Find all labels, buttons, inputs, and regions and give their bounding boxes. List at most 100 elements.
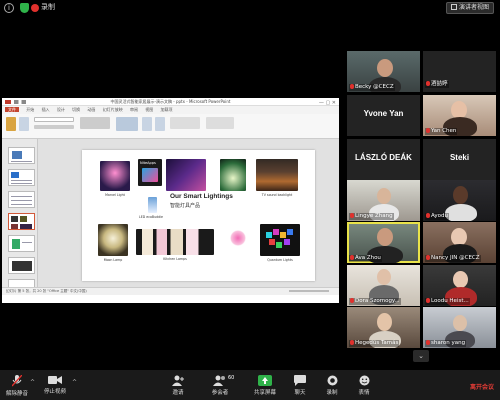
product-image-moon-lamp	[98, 224, 128, 256]
tab-transitions[interactable]: 切换	[72, 107, 80, 112]
muted-mic-icon	[350, 255, 354, 260]
new-slide-icon[interactable]	[19, 117, 29, 131]
tab-file[interactable]: 文件	[5, 107, 19, 112]
font-box[interactable]	[34, 117, 74, 122]
tab-review[interactable]: 审阅	[130, 107, 138, 112]
record-button[interactable]: 录制	[322, 373, 342, 399]
participant-name: Yan Chen	[425, 128, 458, 135]
participant-face	[377, 59, 393, 77]
muted-mic-icon	[426, 213, 430, 218]
slide-thumbnail[interactable]	[8, 257, 35, 274]
product-caption: Marvel Light	[105, 193, 125, 197]
participant-name-large: Yvone Yan	[363, 109, 404, 118]
participant-face	[377, 188, 391, 204]
tab-animations[interactable]: 动画	[87, 107, 95, 112]
tab-home[interactable]: 开始	[26, 107, 34, 112]
product-caption: Quantum Lights	[267, 258, 293, 262]
view-switch-button[interactable]: 演讲者视图	[445, 2, 494, 14]
slide-canvas[interactable]: Marvel Light NiteApps TV sound backlight…	[82, 150, 315, 281]
participant-tile[interactable]: Lingye Zhang	[347, 180, 420, 221]
muted-mic-icon	[426, 255, 430, 260]
muted-mic-icon	[426, 298, 430, 303]
editing-icons[interactable]	[206, 117, 234, 129]
ppt-workspace: Marvel Light NiteApps TV sound backlight…	[2, 139, 339, 295]
shape-format-icons[interactable]	[170, 117, 200, 129]
participant-tile[interactable]: Hegedüs Tamás	[347, 307, 420, 348]
recording-dot-icon	[31, 4, 39, 12]
invite-button[interactable]: 邀请	[168, 373, 188, 399]
chat-button[interactable]: 聊天	[290, 373, 310, 399]
slide-thumbnail-selected[interactable]	[8, 213, 35, 230]
leave-meeting-button[interactable]: 离开会议	[470, 382, 494, 391]
meeting-toolbar: 解除静音 ^ 停止视频 ^ 邀请 参会者 60 共享屏幕 聊天 录制 表情 离开…	[0, 370, 500, 400]
shared-screen: 中国灵活式智能家居展示-演示文稿 - pptx - Microsoft Powe…	[2, 98, 339, 303]
ppt-statusbar: 幻灯片 第 5 张，共 20 张 "Office 主题" 中文(中国)	[2, 287, 339, 295]
participant-tile[interactable]: Ayodu	[423, 180, 496, 221]
chevron-up-icon[interactable]: ^	[72, 379, 77, 386]
slide-thumbnail[interactable]	[8, 235, 35, 252]
participant-tile[interactable]: 酒喆婷	[423, 51, 496, 92]
muted-mic-icon	[426, 81, 430, 86]
muted-mic-icon	[426, 128, 430, 133]
drawing-shapes-icon[interactable]	[116, 117, 138, 131]
paste-icon[interactable]	[6, 117, 16, 131]
product-image-night-lamp	[166, 159, 206, 191]
muted-mic-icon	[426, 340, 430, 345]
participant-name: Hegedüs Tamás	[349, 340, 400, 347]
stop-video-button[interactable]: 停止视频	[40, 373, 70, 399]
slide-thumbnail[interactable]	[8, 191, 35, 208]
participant-tile-active-speaker[interactable]: Ava Zhou	[347, 222, 420, 263]
paragraph-icons[interactable]	[80, 117, 110, 129]
participant-name: Lingye Zhang	[349, 213, 394, 220]
participant-name-large: Steki	[449, 153, 470, 162]
unmute-label: 解除静音	[5, 391, 28, 397]
ppt-window-title: 中国灵活式智能家居展示-演示文稿 - pptx - Microsoft Powe…	[110, 99, 231, 104]
participant-name-large: LÁSZLÓ DEÁK	[355, 153, 412, 162]
product-caption: Moon Lamp	[103, 258, 123, 262]
zoom-slider[interactable]	[289, 290, 329, 292]
chevron-down-icon[interactable]: ⌄	[413, 350, 429, 362]
participant-tile[interactable]: LÁSZLÓ DEÁK	[347, 139, 420, 180]
quick-styles-icon[interactable]	[155, 117, 165, 131]
tab-addins[interactable]: 加载项	[161, 107, 173, 112]
slide-thumbnail[interactable]	[8, 169, 35, 186]
grid-icon	[450, 4, 457, 10]
participant-name: Ayodu	[425, 213, 449, 220]
font-format-icons[interactable]	[34, 125, 74, 129]
participant-name: Becky @CECZ	[349, 84, 395, 91]
shield-icon[interactable]	[20, 3, 29, 13]
participant-tile[interactable]: Yvone Yan	[347, 95, 420, 136]
muted-mic-icon	[350, 298, 354, 303]
tab-design[interactable]: 设计	[57, 107, 65, 112]
tab-slideshow[interactable]: 幻灯片放映	[103, 107, 123, 112]
participant-face	[377, 313, 392, 331]
participant-tile[interactable]: Dora Szomogy...	[347, 265, 420, 306]
product-image-dino-lamp	[220, 159, 246, 191]
participant-tile[interactable]: Steki	[423, 139, 496, 180]
product-image-marvel-light	[100, 161, 130, 191]
record-icon	[327, 375, 337, 386]
tab-insert[interactable]: 插入	[42, 107, 50, 112]
participant-tile[interactable]: Becky @CECZ	[347, 51, 420, 92]
info-icon[interactable]: i	[4, 3, 14, 13]
participant-face	[453, 271, 468, 288]
slide-thumbnail[interactable]	[8, 147, 35, 164]
slide-thumbnail-panel[interactable]	[2, 139, 38, 295]
chat-label: 聊天	[294, 390, 306, 396]
quick-access-toolbar[interactable]	[5, 100, 35, 104]
product-caption: Kitchen Lamps	[163, 257, 187, 261]
share-screen-button[interactable]: 共享屏幕	[252, 373, 278, 399]
smiley-icon	[359, 375, 369, 386]
participant-tile[interactable]: Loodu Heist...	[423, 265, 496, 306]
chevron-up-icon[interactable]: ^	[30, 379, 35, 386]
participant-tile[interactable]: Nancy JIN @CECZ	[423, 222, 496, 263]
window-controls[interactable]: — ▢ ✕	[319, 99, 336, 107]
product-image-led-ecobuddie	[148, 197, 157, 213]
participant-tile[interactable]: Yan Chen	[423, 95, 496, 136]
unmute-button[interactable]: 解除静音	[4, 373, 30, 399]
reactions-button[interactable]: 表情	[354, 373, 374, 399]
participant-tile[interactable]: sharon yang	[423, 307, 496, 348]
share-screen-icon	[258, 375, 272, 386]
arrange-icon[interactable]	[142, 117, 152, 131]
tab-view[interactable]: 视图	[145, 107, 153, 112]
